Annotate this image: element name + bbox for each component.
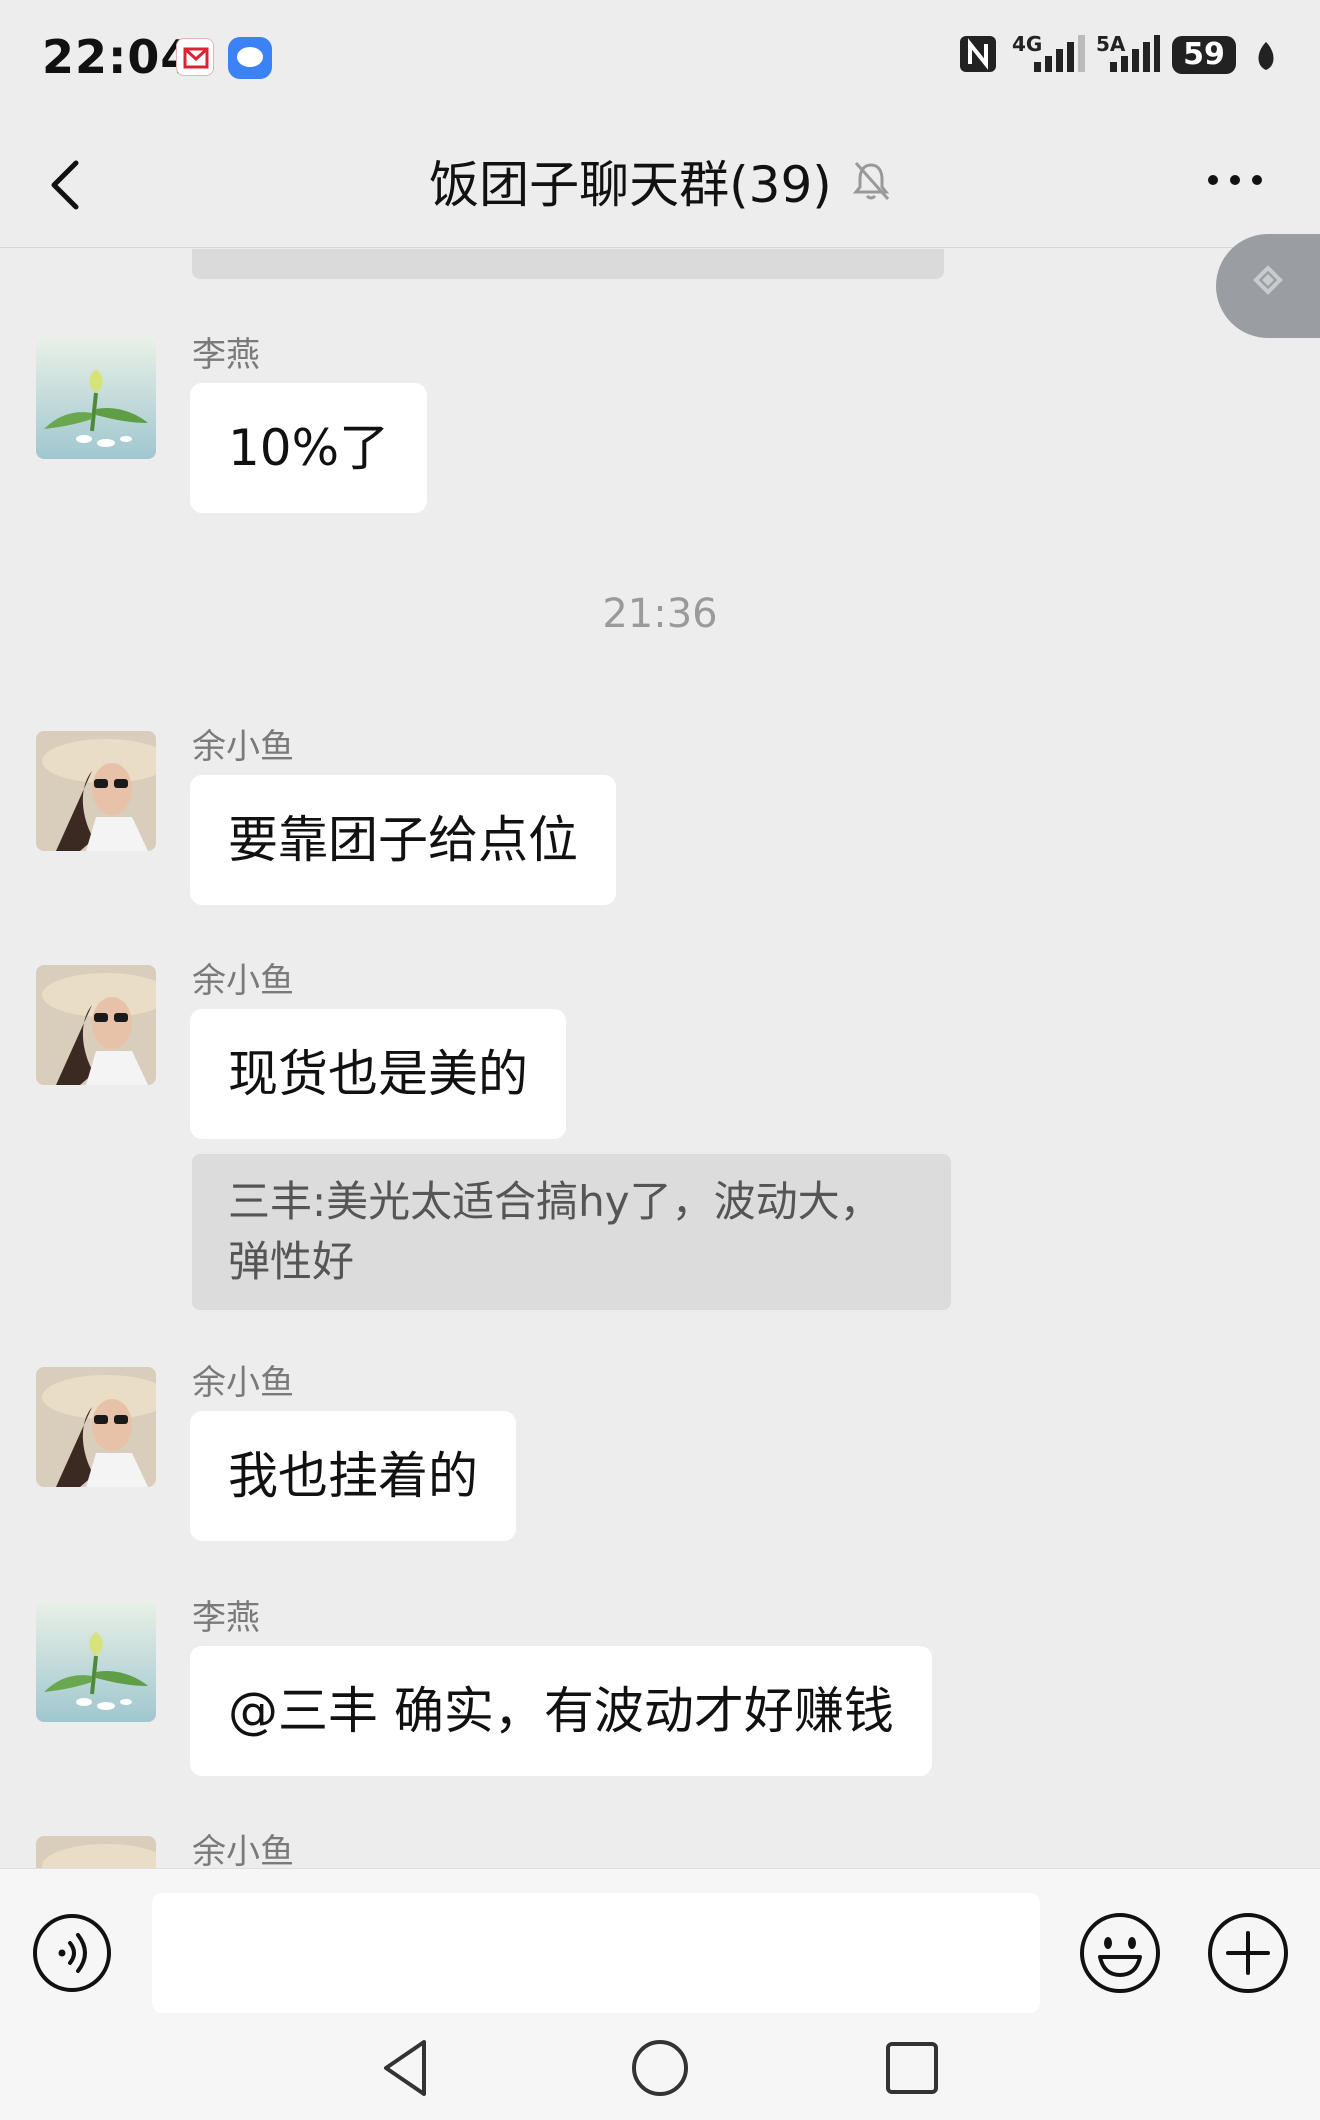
more-dots-icon[interactable] — [1205, 165, 1265, 195]
network-label-5a: 5A — [1096, 32, 1126, 56]
message-bubble[interactable]: 现货也是美的 — [190, 1009, 566, 1139]
nfc-icon — [958, 34, 998, 78]
nav-home-icon[interactable] — [630, 2038, 690, 2098]
mail-notification-icon — [176, 38, 214, 76]
voice-icon[interactable] — [32, 1913, 112, 1993]
sender-name: 余小鱼 — [192, 727, 294, 767]
woman-hat-avatar[interactable] — [36, 731, 156, 851]
quote-bubble-cut — [192, 249, 944, 279]
chat-title: 饭团子聊天群(39) — [429, 156, 832, 214]
message-bubble[interactable]: 要靠团子给点位 — [190, 775, 616, 905]
lotus-avatar[interactable] — [36, 1602, 156, 1722]
system-nav-bar — [0, 2018, 1320, 2120]
message-bubble[interactable]: @三丰 确实，有波动才好赚钱 — [190, 1646, 932, 1776]
message-input[interactable] — [152, 1893, 1040, 2013]
plus-icon[interactable] — [1206, 1911, 1290, 1995]
chat-area[interactable]: 李燕 10%了 21:36 余小鱼 要靠团子给点位 余小鱼 现货也是美的 三丰:… — [0, 249, 1320, 1868]
leaf-icon — [1254, 40, 1278, 76]
sender-name: 李燕 — [192, 335, 260, 375]
woman-hat-avatar[interactable] — [36, 965, 156, 1085]
title-wrap: 饭团子聊天群(39) — [0, 145, 1320, 217]
sender-name: 余小鱼 — [192, 1363, 294, 1403]
chat-header: 饭团子聊天群(39) — [0, 115, 1320, 248]
bell-off-icon — [851, 159, 891, 203]
nav-recent-icon[interactable] — [884, 2040, 940, 2096]
battery-icon: 59 — [1172, 36, 1236, 74]
sender-name: 余小鱼 — [192, 961, 294, 1001]
message-notification-icon — [228, 37, 272, 79]
signal-5g-icon: 5A — [1096, 32, 1160, 80]
sender-name: 余小鱼 — [192, 1832, 294, 1868]
status-bar: 22:04 4G 5A 59 — [0, 0, 1320, 115]
input-bar — [0, 1868, 1320, 2018]
sender-name: 李燕 — [192, 1598, 260, 1638]
status-time: 22:04 — [42, 30, 194, 84]
message-bubble[interactable]: 我也挂着的 — [190, 1411, 516, 1541]
woman-hat-avatar[interactable] — [36, 1367, 156, 1487]
network-label-4g: 4G — [1012, 32, 1043, 56]
woman-hat-avatar[interactable] — [36, 1836, 156, 1868]
message-bubble[interactable]: 10%了 — [190, 383, 428, 513]
signal-4g-icon: 4G — [1012, 32, 1086, 80]
emoji-icon[interactable] — [1078, 1911, 1162, 1995]
time-separator: 21:36 — [602, 591, 718, 637]
nav-back-icon[interactable] — [378, 2036, 432, 2100]
floating-side-button[interactable] — [1216, 234, 1320, 338]
lotus-avatar[interactable] — [36, 339, 156, 459]
quote-bubble[interactable]: 三丰:美光太适合搞hy了，波动大，弹性好 — [192, 1154, 951, 1310]
battery-level: 59 — [1183, 37, 1225, 72]
